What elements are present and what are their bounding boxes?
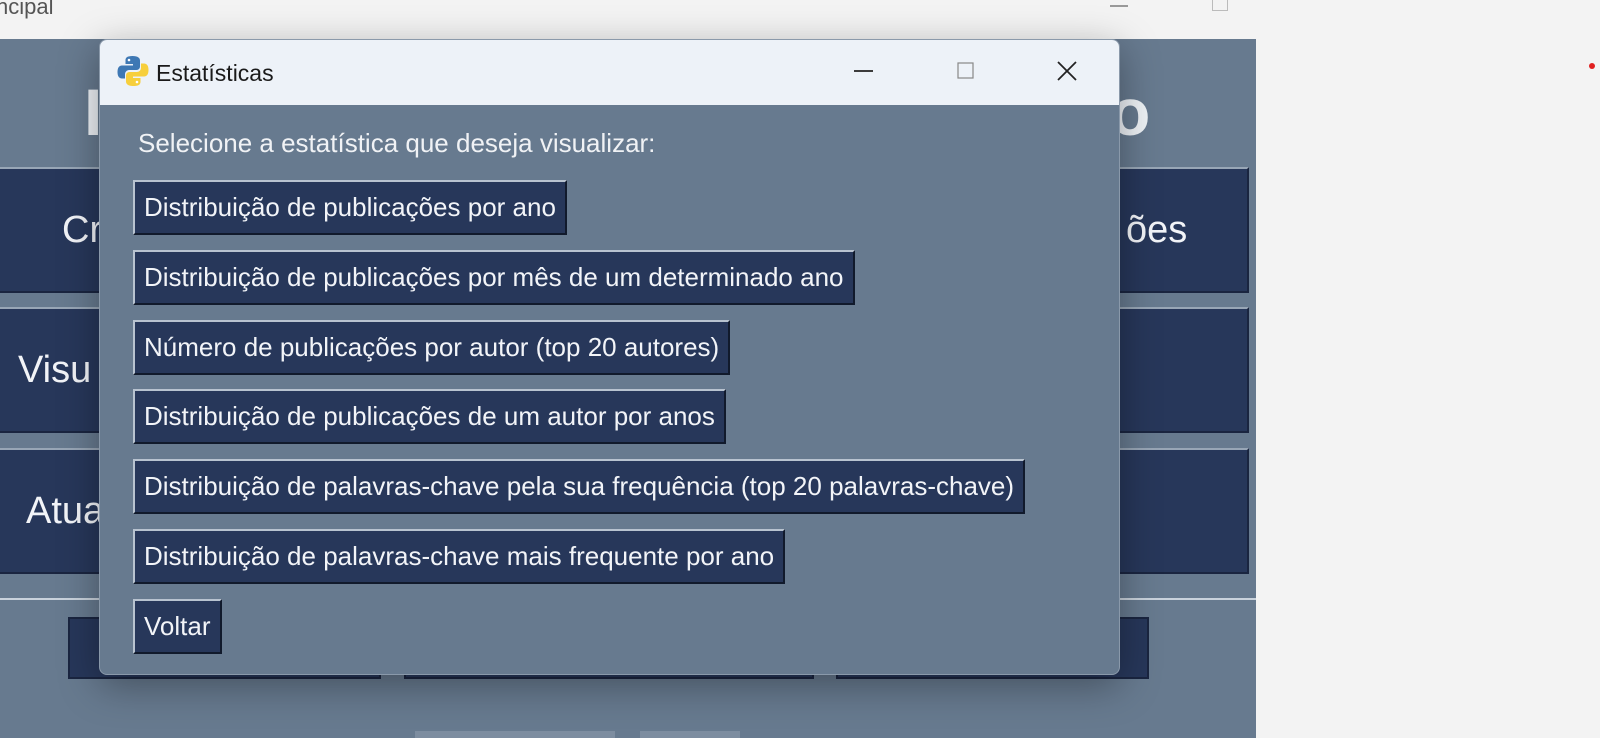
background-button-right-3[interactable] xyxy=(1116,448,1249,574)
notification-dot xyxy=(1589,63,1595,69)
close-icon[interactable] xyxy=(1044,54,1090,88)
keyword-per-year-button[interactable]: Distribuição de palavras-chave mais freq… xyxy=(133,529,786,584)
keyword-frequency-button[interactable]: Distribuição de palavras-chave pela sua … xyxy=(133,459,1026,514)
background-button-label: ões xyxy=(1126,208,1188,251)
statistics-dialog: Estatísticas Selecione a estatística que… xyxy=(99,39,1120,675)
publications-per-month-button[interactable]: Distribuição de publicações por mês de u… xyxy=(133,250,855,305)
background-bottom-edge xyxy=(415,731,615,738)
author-publications-per-year-button[interactable]: Distribuição de publicações de um autor … xyxy=(133,389,726,444)
background-window-titlebar: ncipal xyxy=(0,0,1256,39)
publications-per-author-button[interactable]: Número de publicações por autor (top 20 … xyxy=(133,320,731,375)
background-window-title: ncipal xyxy=(0,0,54,19)
background-button-label: Atua xyxy=(26,489,105,532)
back-button[interactable]: Voltar xyxy=(133,599,222,654)
dialog-titlebar[interactable]: Estatísticas xyxy=(100,40,1119,105)
publications-per-year-button[interactable]: Distribuição de publicações por ano xyxy=(133,180,567,235)
background-maximize-icon[interactable] xyxy=(1212,0,1228,11)
background-button-label: Cr xyxy=(62,208,103,251)
background-bottom-edge xyxy=(640,731,740,738)
maximize-icon[interactable] xyxy=(942,54,988,88)
background-button-right-1[interactable]: ões xyxy=(1116,167,1249,293)
minimize-icon[interactable] xyxy=(841,54,887,88)
background-minimize-icon[interactable] xyxy=(1110,5,1128,7)
selection-prompt: Selecione a estatística que deseja visua… xyxy=(138,128,656,158)
background-button-label: Visu xyxy=(18,348,92,391)
dialog-title: Estatísticas xyxy=(156,60,274,86)
python-logo-icon xyxy=(117,56,149,86)
background-button-right-2[interactable] xyxy=(1116,307,1249,433)
